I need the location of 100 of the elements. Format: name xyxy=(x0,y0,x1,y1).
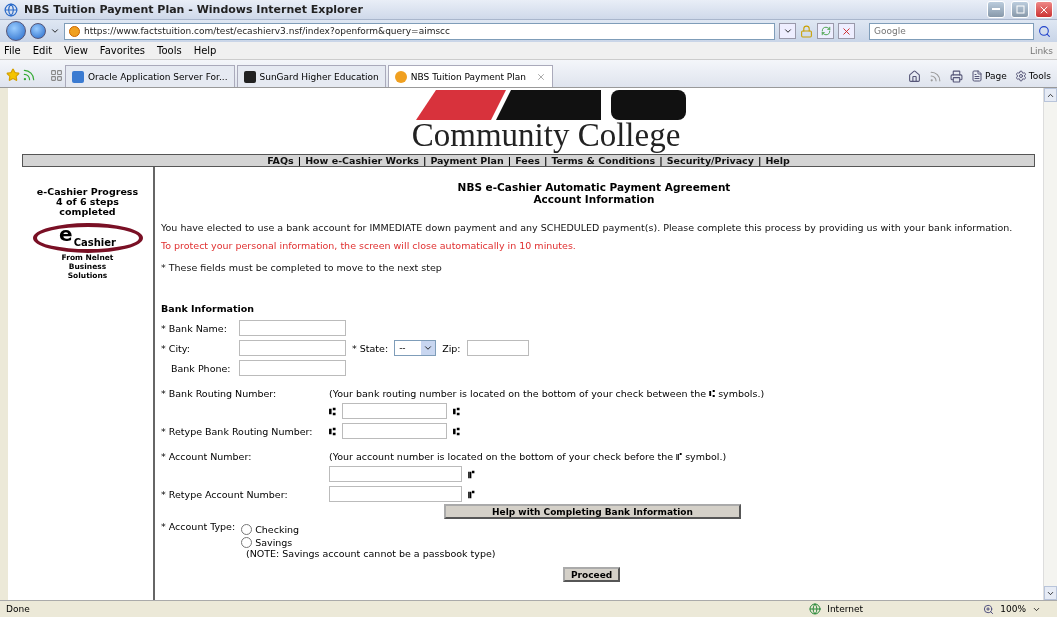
address-field[interactable]: https://www.factstuition.com/test/ecashierv3.nsf/index?openform&query=aimscc xyxy=(64,22,775,40)
nav-separator: | xyxy=(297,155,302,166)
tab-label: NBS Tuition Payment Plan xyxy=(410,71,526,82)
field-label: * Account Type: xyxy=(161,521,236,532)
url-text: https://www.factstuition.com/test/ecashierv3.nsf/index?openform&query=aimscc xyxy=(84,26,451,36)
search-field[interactable]: Google xyxy=(869,22,1034,40)
radio-label: Savings xyxy=(255,537,293,548)
menu-item[interactable]: Tools xyxy=(157,45,182,56)
field-label: * Retype Account Number: xyxy=(161,488,289,500)
dropdown-icon[interactable] xyxy=(50,26,60,36)
routing-number-field[interactable] xyxy=(342,403,447,419)
minimize-button[interactable] xyxy=(987,1,1005,18)
close-tab-icon[interactable] xyxy=(535,71,546,82)
bank-phone-field[interactable] xyxy=(239,360,346,376)
print-icon[interactable] xyxy=(950,69,964,83)
nav-link[interactable]: Security/Privacy xyxy=(666,155,754,166)
lock-icon[interactable] xyxy=(800,24,813,38)
menu-item[interactable]: View xyxy=(64,45,88,56)
field-label: * City: xyxy=(161,342,191,354)
account-number-field[interactable] xyxy=(329,466,462,482)
progress-text: 4 of 6 steps xyxy=(56,197,119,207)
state-select[interactable]: -- xyxy=(394,340,437,356)
close-button[interactable] xyxy=(1035,1,1053,18)
account-type-note: (NOTE: Savings account cannot be a passbook type) xyxy=(246,548,496,559)
restore-icon xyxy=(1015,5,1025,14)
city-field[interactable] xyxy=(239,340,346,356)
field-label: * Retype Bank Routing Number: xyxy=(161,425,314,437)
nav-link[interactable]: How e-Cashier Works xyxy=(305,155,419,166)
radio-button[interactable] xyxy=(241,524,253,535)
menu-item[interactable]: Favorites xyxy=(99,45,145,56)
tab-icon xyxy=(243,70,256,83)
nav-link[interactable]: Help xyxy=(765,155,790,166)
field-label: * State: xyxy=(352,342,389,354)
account-number-field[interactable] xyxy=(329,486,462,502)
nav-separator: | xyxy=(757,155,762,166)
browser-tab[interactable]: Oracle Application Server For... xyxy=(65,65,235,87)
field-label: * Bank Name: xyxy=(161,322,228,334)
menu-item[interactable]: Edit xyxy=(32,45,53,56)
refresh-button[interactable] xyxy=(817,23,834,39)
window-title: NBS Tuition Payment Plan - Windows Internet Explorer xyxy=(24,3,364,16)
check-symbol: ⑆ xyxy=(329,424,336,438)
minimize-icon xyxy=(992,8,1000,11)
browser-icon xyxy=(4,2,18,17)
radio-label: Checking xyxy=(255,524,300,535)
radio-button[interactable] xyxy=(241,537,253,548)
feeds-icon[interactable] xyxy=(929,69,943,83)
chevron-down-icon xyxy=(782,26,793,36)
chevron-down-icon xyxy=(423,343,434,353)
zip-field[interactable] xyxy=(466,340,529,356)
nav-link[interactable]: FAQs xyxy=(267,155,294,166)
proceed-button[interactable]: Proceed xyxy=(563,567,621,582)
tab-label: Oracle Application Server For... xyxy=(88,71,228,82)
logo-letter: e xyxy=(59,225,73,243)
refresh-icon xyxy=(820,26,831,36)
nav-separator: | xyxy=(659,155,663,166)
check-symbol: ⑈ xyxy=(468,467,475,481)
menu-item[interactable]: File xyxy=(4,45,21,56)
page-heading: NBS e-Cashier Automatic Payment Agreement xyxy=(456,181,732,193)
page-menu-button[interactable]: Page xyxy=(971,70,1007,82)
nav-link[interactable]: Payment Plan xyxy=(430,155,504,166)
check-symbol: ⑈ xyxy=(468,487,475,501)
field-label: * Bank Routing Number: xyxy=(161,388,278,399)
page-icon xyxy=(971,70,984,82)
home-icon[interactable] xyxy=(908,69,922,83)
quick-tabs-icon[interactable] xyxy=(50,69,63,82)
section-title: Bank Information xyxy=(161,303,256,314)
favorites-star-icon[interactable] xyxy=(6,68,20,82)
field-label: * Account Number: xyxy=(161,451,253,462)
back-button[interactable] xyxy=(6,21,26,41)
tools-menu-button[interactable]: Tools xyxy=(1014,70,1051,82)
field-hint: (Your account number is located on the bottom of your check before the ⑈ symbol.) xyxy=(329,451,728,462)
status-text: Done xyxy=(6,604,31,614)
tab-label: SunGard Higher Education xyxy=(259,71,379,82)
nav-separator: | xyxy=(507,155,512,166)
stop-icon xyxy=(841,25,852,37)
bank-name-field[interactable] xyxy=(239,320,346,336)
logo-word: Cashier xyxy=(73,236,116,248)
dropdown-button[interactable] xyxy=(779,23,796,39)
check-symbol: ⑆ xyxy=(453,404,460,418)
nav-link[interactable]: Fees xyxy=(515,155,540,166)
nav-separator: | xyxy=(543,155,548,166)
browser-tab[interactable]: NBS Tuition Payment Plan xyxy=(387,65,553,87)
restore-button[interactable] xyxy=(1011,1,1029,18)
routing-number-field[interactable] xyxy=(342,423,447,439)
required-note: * These fields must be completed to move to the next step xyxy=(161,263,443,273)
field-label: Bank Phone: xyxy=(170,362,232,374)
zoom-icon[interactable] xyxy=(983,603,995,615)
forward-button[interactable] xyxy=(30,23,46,39)
scrollbar[interactable] xyxy=(1043,88,1057,600)
page-heading: Account Information xyxy=(532,193,656,205)
menu-item[interactable]: Help xyxy=(193,45,217,56)
links-label[interactable]: Links xyxy=(1029,45,1053,56)
help-button[interactable]: Help with Completing Bank Information xyxy=(444,504,741,519)
progress-text: completed xyxy=(59,207,116,217)
search-icon[interactable] xyxy=(1038,24,1051,38)
nav-link[interactable]: Terms & Conditions xyxy=(551,155,656,166)
stop-button[interactable] xyxy=(838,23,855,39)
browser-tab[interactable]: SunGard Higher Education xyxy=(236,65,386,87)
zone-text: Internet xyxy=(827,604,864,614)
zoom-level[interactable]: 100% xyxy=(1000,604,1026,614)
